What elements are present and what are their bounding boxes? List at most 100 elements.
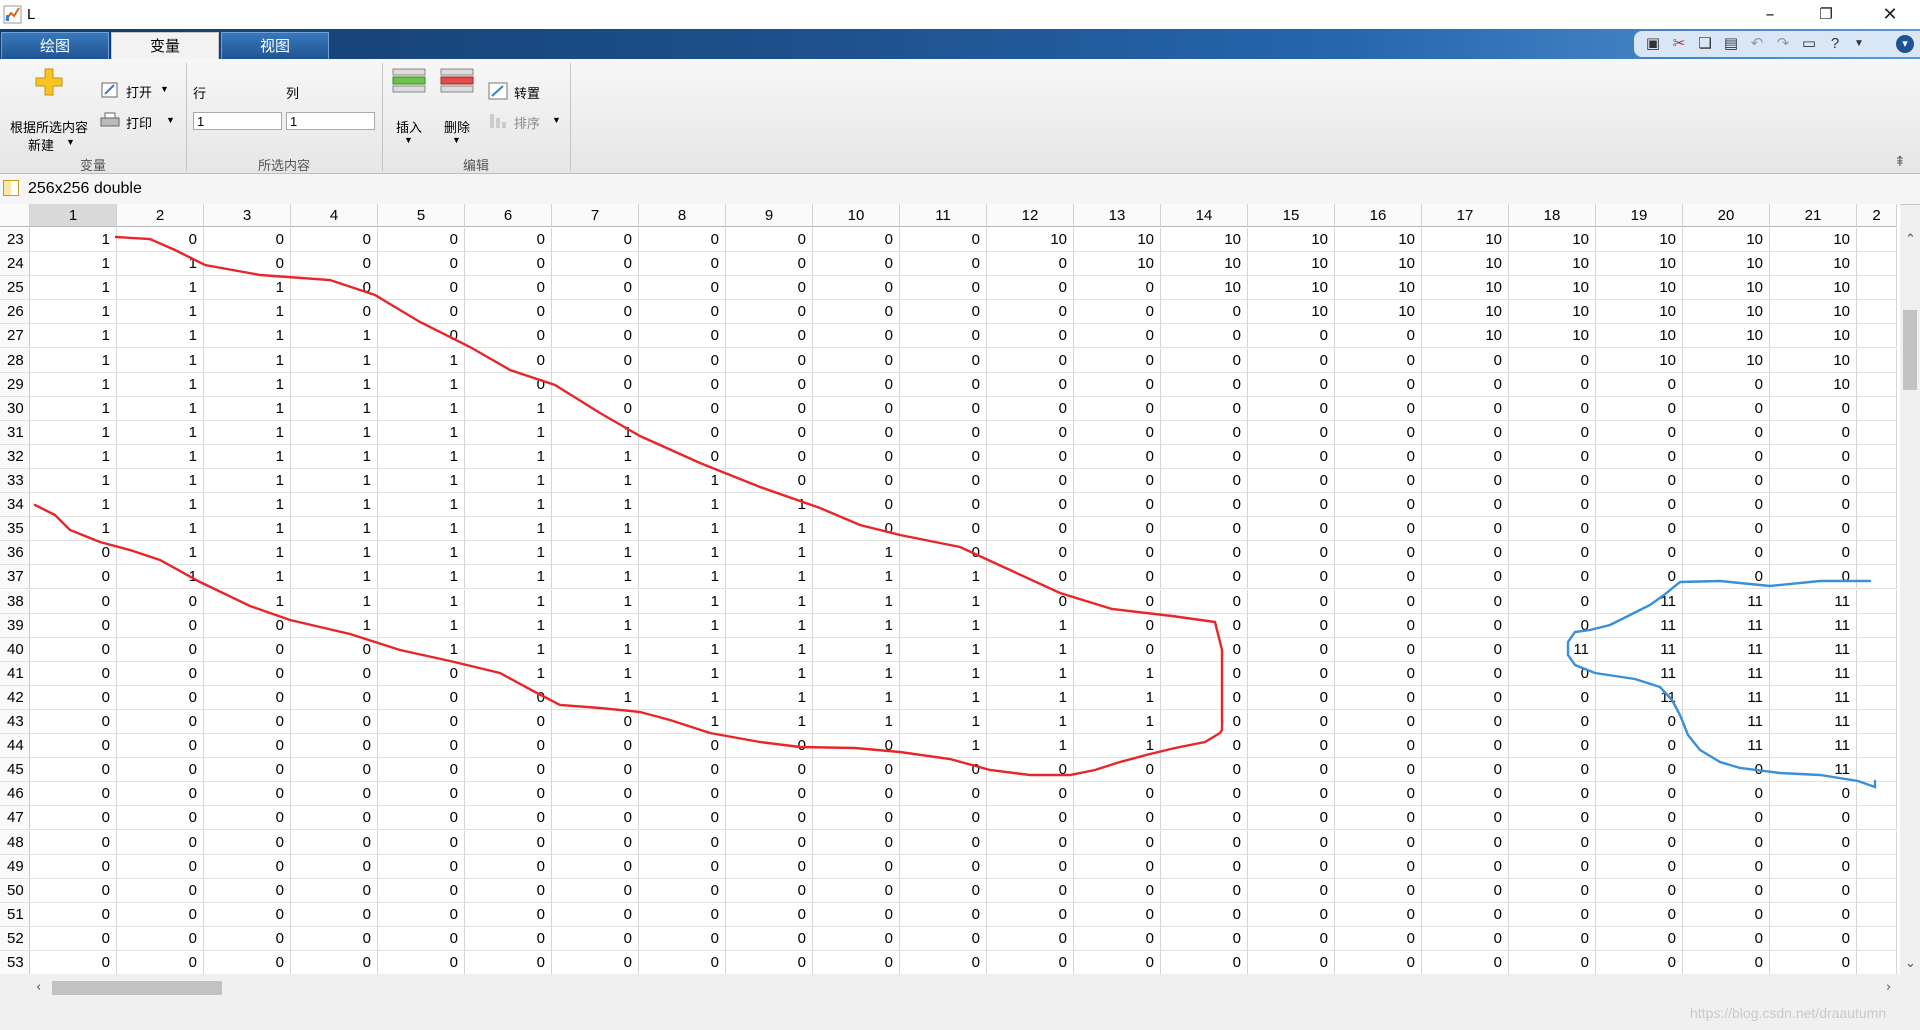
table-cell[interactable]: 0 — [1509, 878, 1596, 903]
table-cell[interactable]: 10 — [1596, 252, 1683, 277]
table-cell[interactable]: 0 — [1770, 444, 1857, 469]
table-cell[interactable]: 0 — [1161, 396, 1248, 421]
table-cell[interactable]: 0 — [1422, 685, 1509, 710]
table-cell[interactable]: 0 — [1422, 541, 1509, 566]
table-cell[interactable]: 1 — [204, 565, 291, 590]
table-cell[interactable]: 0 — [1074, 951, 1161, 974]
table-cell[interactable]: 1 — [204, 517, 291, 542]
table-cell[interactable]: 0 — [204, 878, 291, 903]
row-header[interactable]: 43 — [0, 710, 30, 734]
column-header[interactable]: 4 — [291, 204, 378, 227]
table-cell[interactable]: 0 — [1422, 926, 1509, 951]
table-cell[interactable]: 10 — [1596, 228, 1683, 252]
table-cell[interactable]: 0 — [465, 228, 552, 252]
table-cell[interactable]: 0 — [204, 926, 291, 951]
table-cell[interactable]: 0 — [1422, 420, 1509, 445]
table-cell[interactable]: 0 — [552, 951, 639, 974]
table-cell[interactable]: 0 — [1335, 661, 1422, 686]
table-cell[interactable]: 1 — [204, 396, 291, 421]
table-cell[interactable]: 0 — [900, 782, 987, 807]
table-cell[interactable] — [1857, 565, 1897, 590]
table-cell[interactable]: 1 — [726, 613, 813, 638]
table-cell[interactable]: 0 — [726, 420, 813, 445]
table-cell[interactable]: 11 — [1596, 661, 1683, 686]
table-cell[interactable]: 0 — [987, 396, 1074, 421]
column-header[interactable]: 11 — [900, 204, 987, 227]
table-cell[interactable]: 1 — [900, 661, 987, 686]
table-cell[interactable]: 0 — [1509, 782, 1596, 807]
table-cell[interactable]: 0 — [1683, 517, 1770, 542]
table-cell[interactable]: 1 — [552, 661, 639, 686]
table-cell[interactable]: 1 — [30, 348, 117, 373]
table-cell[interactable]: 0 — [1248, 469, 1335, 493]
table-cell[interactable]: 1 — [813, 541, 900, 566]
table-cell[interactable]: 1 — [378, 396, 465, 421]
table-cell[interactable]: 11 — [1683, 613, 1770, 638]
vertical-scrollbar[interactable]: ⌃ ⌄ — [1900, 228, 1920, 974]
column-header[interactable]: 1 — [30, 204, 117, 227]
table-cell[interactable]: 10 — [1770, 300, 1857, 325]
table-cell[interactable]: 0 — [552, 300, 639, 325]
table-cell[interactable]: 0 — [1770, 420, 1857, 445]
table-cell[interactable]: 0 — [117, 228, 204, 252]
table-cell[interactable]: 0 — [1335, 878, 1422, 903]
table-cell[interactable]: 0 — [204, 951, 291, 974]
table-cell[interactable]: 0 — [291, 830, 378, 855]
table-cell[interactable]: 0 — [1074, 806, 1161, 831]
table-cell[interactable]: 0 — [726, 926, 813, 951]
table-cell[interactable]: 10 — [1335, 252, 1422, 277]
row-header[interactable]: 29 — [0, 372, 30, 397]
table-cell[interactable]: 1 — [378, 541, 465, 566]
table-cell[interactable]: 0 — [30, 830, 117, 855]
table-cell[interactable]: 1 — [465, 589, 552, 614]
table-cell[interactable]: 1 — [639, 493, 726, 518]
table-cell[interactable]: 1 — [726, 637, 813, 662]
table-cell[interactable]: 0 — [1161, 324, 1248, 349]
table-cell[interactable]: 0 — [1770, 782, 1857, 807]
table-cell[interactable]: 1 — [117, 300, 204, 325]
table-cell[interactable]: 1 — [291, 493, 378, 518]
table-cell[interactable]: 1 — [900, 637, 987, 662]
table-cell[interactable]: 0 — [117, 902, 204, 927]
table-cell[interactable]: 0 — [378, 661, 465, 686]
table-cell[interactable]: 0 — [987, 830, 1074, 855]
table-cell[interactable]: 1 — [291, 348, 378, 373]
table-cell[interactable]: 0 — [1422, 637, 1509, 662]
table-cell[interactable] — [1857, 276, 1897, 301]
column-header[interactable]: 2 — [117, 204, 204, 227]
table-cell[interactable]: 0 — [291, 710, 378, 734]
table-cell[interactable]: 0 — [1596, 710, 1683, 734]
table-cell[interactable]: 0 — [1335, 951, 1422, 974]
table-cell[interactable]: 1 — [465, 517, 552, 542]
switch-windows-icon[interactable]: ▭ — [1800, 35, 1818, 53]
table-cell[interactable]: 1 — [726, 493, 813, 518]
table-cell[interactable]: 0 — [204, 613, 291, 638]
table-cell[interactable] — [1857, 854, 1897, 879]
table-cell[interactable]: 1 — [726, 517, 813, 542]
table-cell[interactable]: 1 — [378, 517, 465, 542]
table-cell[interactable]: 0 — [1335, 782, 1422, 807]
table-cell[interactable]: 0 — [465, 685, 552, 710]
table-cell[interactable]: 1 — [117, 252, 204, 277]
table-cell[interactable] — [1857, 420, 1897, 445]
table-cell[interactable]: 0 — [1335, 806, 1422, 831]
table-cell[interactable]: 0 — [1770, 951, 1857, 974]
column-header[interactable]: 18 — [1509, 204, 1596, 227]
table-cell[interactable]: 0 — [987, 372, 1074, 397]
table-cell[interactable]: 0 — [291, 878, 378, 903]
table-cell[interactable]: 1 — [900, 565, 987, 590]
table-cell[interactable]: 10 — [987, 228, 1074, 252]
table-cell[interactable]: 0 — [1248, 926, 1335, 951]
table-cell[interactable]: 0 — [204, 661, 291, 686]
table-cell[interactable]: 0 — [30, 710, 117, 734]
table-cell[interactable] — [1857, 372, 1897, 397]
table-cell[interactable]: 10 — [1074, 228, 1161, 252]
table-cell[interactable]: 0 — [900, 396, 987, 421]
table-cell[interactable]: 10 — [1683, 276, 1770, 301]
table-cell[interactable]: 0 — [1248, 902, 1335, 927]
table-cell[interactable]: 0 — [1335, 758, 1422, 783]
table-cell[interactable]: 0 — [1422, 782, 1509, 807]
table-cell[interactable]: 10 — [1074, 252, 1161, 277]
table-cell[interactable]: 1 — [465, 661, 552, 686]
table-cell[interactable]: 0 — [813, 854, 900, 879]
